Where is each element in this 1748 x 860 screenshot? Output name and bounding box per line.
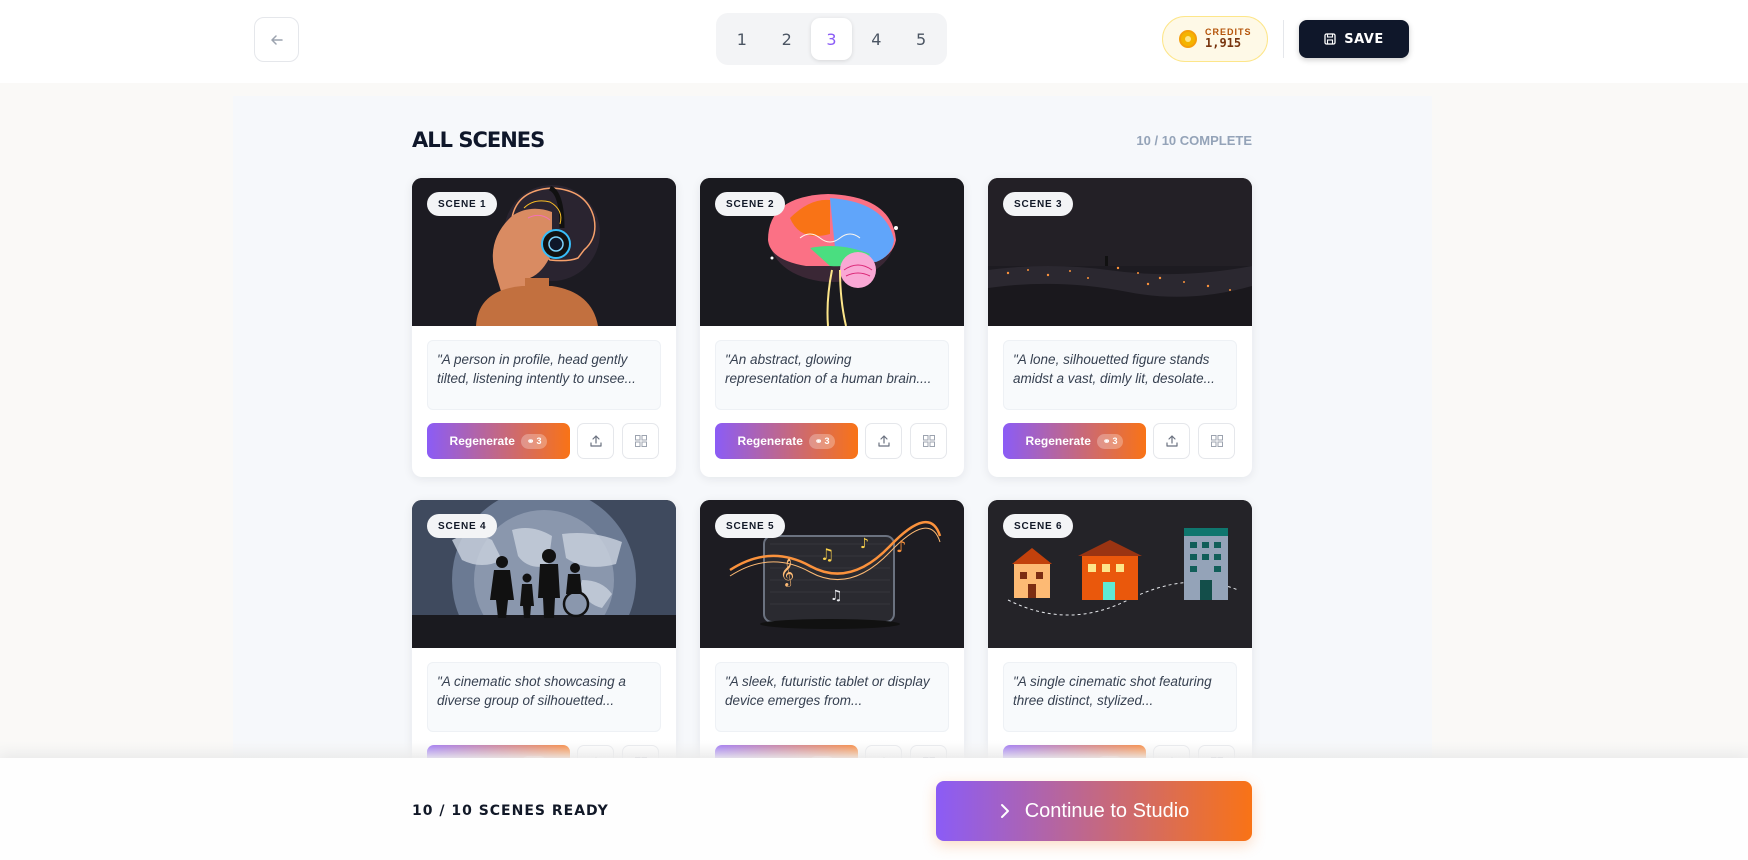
scene-image: SCENE 3 [988,178,1252,326]
gallery-button[interactable] [1198,423,1235,459]
scroll-fade [0,740,1748,758]
complete-status: 10 / 10 COMPLETE [1136,133,1252,148]
gallery-button[interactable] [910,423,947,459]
upload-button[interactable] [1153,423,1190,459]
upload-icon [589,435,602,447]
scene-prompt[interactable]: "A person in profile, head gently tilted… [427,340,661,410]
scene-image: SCENE 4 [412,500,676,648]
scene-image: SCENE 6 [988,500,1252,648]
top-bar: 1 2 3 4 5 CREDITS 1,915 SAVE [0,0,1748,83]
coin-icon [1179,30,1197,48]
svg-text:♪: ♪ [860,536,869,552]
svg-text:𝄞: 𝄞 [780,558,794,587]
svg-text:♫: ♫ [820,545,834,564]
svg-text:♪: ♪ [896,537,906,556]
scene-badge: SCENE 5 [715,514,786,538]
upload-button[interactable] [577,423,614,459]
regenerate-button[interactable]: Regenerate ⚭3 [427,423,570,459]
scene-badge: SCENE 3 [1003,192,1074,216]
scenes-ready-status: 10 / 10 SCENES READY [412,803,609,819]
step-5[interactable]: 5 [900,18,942,60]
credits-value: 1,915 [1205,36,1242,51]
chevron-right-icon [1000,804,1009,818]
scene-card: SCENE 3 "A lone, silhouetted figure stan… [988,178,1252,477]
bottom-bar [0,758,1748,860]
continue-button[interactable]: Continue to Studio [936,781,1252,841]
svg-text:♫: ♫ [830,588,843,604]
scene-badge: SCENE 1 [427,192,498,216]
header-divider [1283,20,1284,58]
scene-badge: SCENE 6 [1003,514,1074,538]
step-3[interactable]: 3 [810,18,853,60]
scene-image: 𝄞 ♫ ♪ ♫ ♪ SCENE 5 [700,500,964,648]
regenerate-label: Regenerate [1025,434,1091,448]
gallery-button[interactable] [622,423,659,459]
grid-icon [1210,435,1223,447]
regenerate-button[interactable]: Regenerate ⚭3 [715,423,858,459]
step-1[interactable]: 1 [721,18,763,60]
scene-badge: SCENE 4 [427,514,498,538]
scene-prompt[interactable]: "A sleek, futuristic tablet or display d… [715,662,949,732]
scene-card: SCENE 2 "An abstract, glowing representa… [700,178,964,477]
scene-card: SCENE 1 "A person in profile, head gentl… [412,178,676,477]
save-icon [1324,33,1336,45]
scene-prompt[interactable]: "A cinematic shot showcasing a diverse g… [427,662,661,732]
page-title: ALL SCENES [412,128,545,152]
link-icon: ⚭ [1102,435,1111,446]
arrow-left-icon [270,34,283,45]
regenerate-label: Regenerate [449,434,515,448]
regenerate-label: Regenerate [737,434,803,448]
continue-label: Continue to Studio [1024,799,1190,822]
back-button[interactable] [254,17,299,62]
regenerate-count-badge: ⚭3 [520,433,548,449]
upload-button[interactable] [865,423,902,459]
scene-badge: SCENE 2 [715,192,786,216]
scene-image: SCENE 1 [412,178,676,326]
step-4[interactable]: 4 [855,18,897,60]
regenerate-button[interactable]: Regenerate ⚭3 [1003,423,1146,459]
step-2[interactable]: 2 [766,18,808,60]
scene-image: SCENE 2 [700,178,964,326]
credits-badge: CREDITS 1,915 [1162,16,1268,62]
step-selector: 1 2 3 4 5 [716,13,947,65]
grid-icon [922,435,935,447]
save-button[interactable]: SAVE [1299,20,1409,58]
scene-prompt[interactable]: "An abstract, glowing representation of … [715,340,949,410]
link-icon: ⚭ [526,435,535,446]
upload-icon [1165,435,1178,447]
grid-icon [634,435,647,447]
save-label: SAVE [1344,31,1384,47]
scene-prompt[interactable]: "A single cinematic shot featuring three… [1003,662,1237,732]
regenerate-count-badge: ⚭3 [808,433,836,449]
scene-prompt[interactable]: "A lone, silhouetted figure stands amids… [1003,340,1237,410]
upload-icon [877,435,890,447]
regenerate-count-badge: ⚭3 [1096,433,1124,449]
link-icon: ⚭ [814,435,823,446]
